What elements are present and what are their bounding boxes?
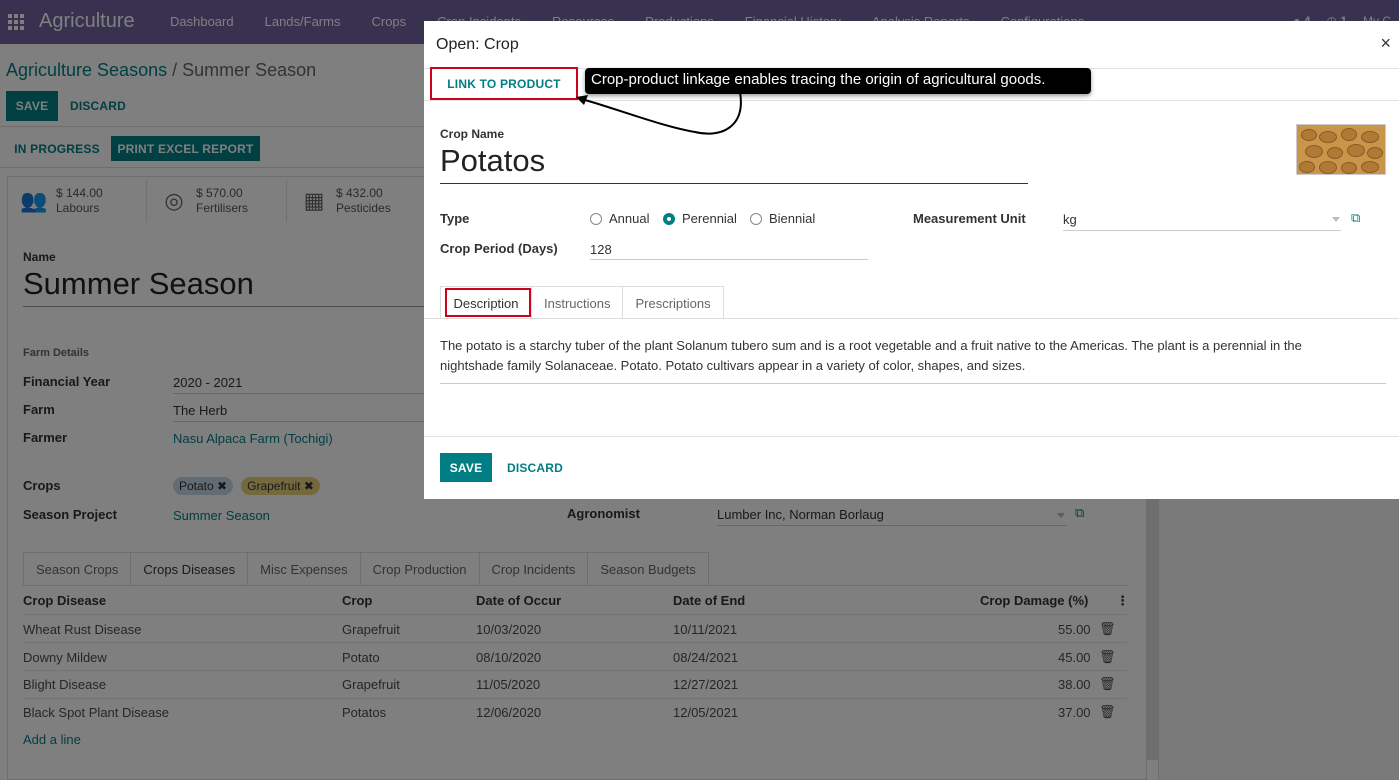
uom-dropdown-icon[interactable] xyxy=(1332,217,1340,222)
description-underline xyxy=(440,383,1386,384)
crop-description[interactable]: The potato is a starchy tuber of the pla… xyxy=(440,336,1340,376)
external-link-icon[interactable]: ⧉ xyxy=(1351,210,1360,226)
tab-prescriptions[interactable]: Prescriptions xyxy=(622,286,724,319)
crop-name-label: Crop Name xyxy=(440,127,505,141)
close-icon[interactable]: × xyxy=(1380,33,1391,54)
type-biennial-label: Biennial xyxy=(769,211,816,226)
measurement-unit-label: Measurement Unit xyxy=(913,211,1026,226)
radio-icon xyxy=(590,212,602,225)
highlight-box xyxy=(445,288,531,317)
type-perennial-label: Perennial xyxy=(682,211,737,226)
tab-instructions[interactable]: Instructions xyxy=(531,286,624,319)
dialog-save-button[interactable]: SAVE xyxy=(440,453,492,482)
crop-name-field[interactable]: Potatos xyxy=(440,143,545,179)
type-annual-label: Annual xyxy=(609,211,650,226)
dialog-header: Open: Crop × xyxy=(424,21,1399,69)
crop-tabs-divider xyxy=(424,318,1399,319)
type-label: Type xyxy=(440,211,470,226)
radio-icon xyxy=(750,212,762,225)
crop-period-field[interactable]: 128 xyxy=(590,242,612,257)
crop-image[interactable] xyxy=(1296,124,1386,175)
measurement-unit-field[interactable]: kg xyxy=(1063,212,1077,227)
crop-name-underline xyxy=(440,183,1028,184)
uom-underline xyxy=(1063,230,1341,231)
radio-checked-icon xyxy=(663,212,675,225)
callout-arrow xyxy=(576,91,742,135)
crop-period-underline xyxy=(590,259,868,260)
highlight-box xyxy=(430,67,578,100)
footer-divider xyxy=(424,436,1399,437)
type-radio-annual[interactable]: Annual xyxy=(590,211,649,226)
dialog-title: Open: Crop xyxy=(436,36,519,53)
type-radio-perennial[interactable]: Perennial xyxy=(663,211,737,226)
annotation-callout: Crop-product linkage enables tracing the… xyxy=(585,68,1091,94)
type-radio-biennial[interactable]: Biennial xyxy=(750,211,815,226)
dialog-discard-button[interactable]: DISCARD xyxy=(500,453,570,482)
crop-period-label: Crop Period (Days) xyxy=(440,241,558,256)
